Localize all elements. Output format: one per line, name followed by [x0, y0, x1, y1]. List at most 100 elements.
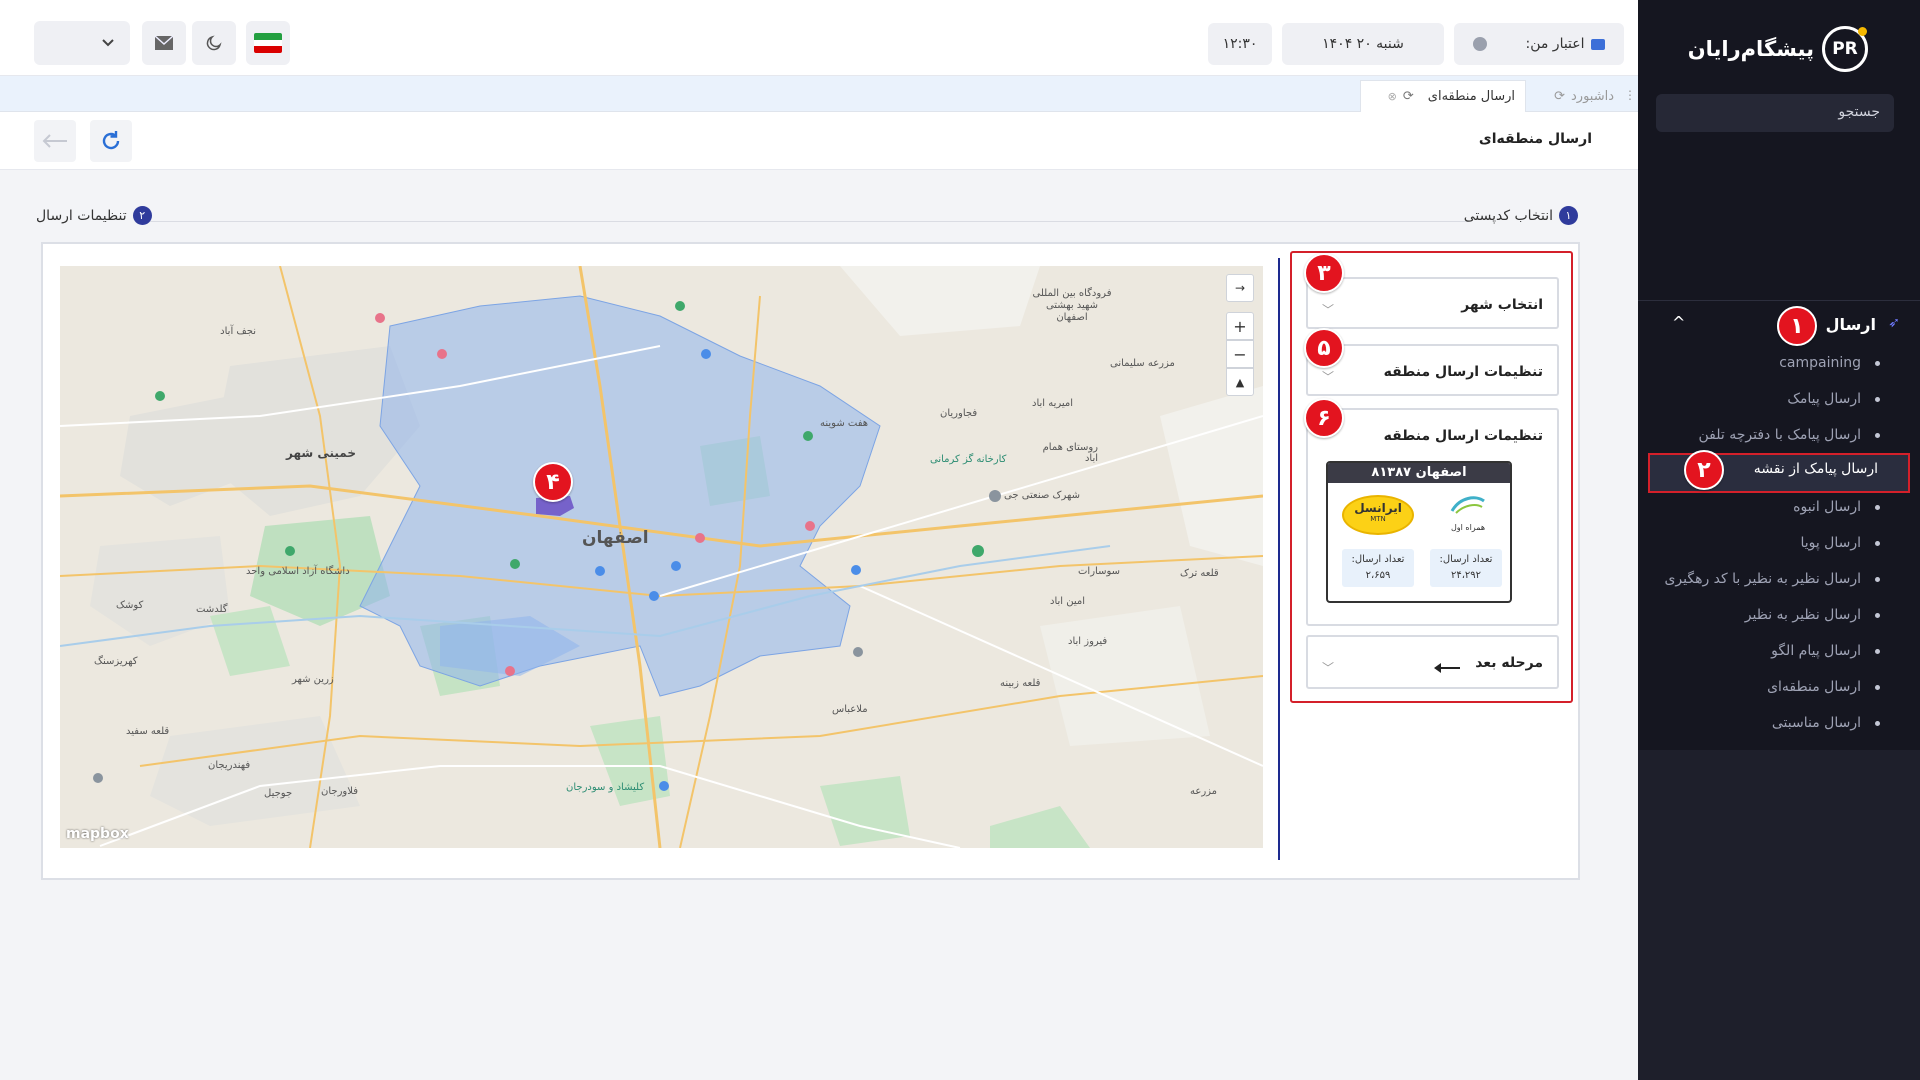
- time-chip: ۱۲:۳۰: [1208, 23, 1272, 65]
- top-header: اعتبار من: شنبه ۲۰ ۱۴۰۴ ۱۲:۳۰: [0, 0, 1638, 76]
- settings-panel: انتخاب شهر ﹀ تنظیمات ارسال منطقه ﹀ تنظیم…: [1290, 251, 1573, 703]
- theme-toggle-button[interactable]: [192, 21, 236, 65]
- reload-icon: [102, 131, 120, 150]
- map-label: هفت شوینه: [820, 418, 869, 429]
- map-label: خمینی شهر: [286, 446, 356, 460]
- sidebar-item-label: ارسال انبوه: [1793, 499, 1861, 515]
- minus-icon: −: [1233, 344, 1247, 364]
- map-label: کوشک: [116, 600, 144, 611]
- sidebar-item-label: ارسال پیامک از نقشه: [1753, 461, 1878, 477]
- annotation-badge-1: ۱: [1777, 306, 1817, 346]
- sidebar-item-label: campaining: [1779, 355, 1861, 371]
- plus-icon: +: [1233, 316, 1247, 336]
- hamrah-aval-count: ۲۴،۲۹۲: [1450, 570, 1482, 581]
- compass-button[interactable]: ▲: [1226, 368, 1254, 396]
- hamrah-aval-logo: همراه اول: [1438, 491, 1498, 541]
- irancell-sub: MTN: [1370, 515, 1386, 523]
- map-label: قلعه زبینه: [1000, 678, 1041, 689]
- irancell-logo: ایرانسل MTN: [1342, 495, 1414, 535]
- step-2[interactable]: ۲ تنظیمات ارسال: [36, 206, 152, 225]
- sidebar-item-regional[interactable]: ارسال منطقه‌ای: [1767, 679, 1880, 707]
- sidebar-menu-send-label: ارسال: [1825, 315, 1876, 334]
- map-panel-divider: [1278, 258, 1280, 860]
- map-label: فرودگاه بین المللی شهید بهشتی اصفهان: [1032, 288, 1112, 323]
- zoom-in-button[interactable]: +: [1226, 312, 1254, 340]
- sidebar-item-p2p-tracking[interactable]: ارسال نظیر به نظیر با کد رهگیری: [1664, 571, 1880, 599]
- date-chip: شنبه ۲۰ ۱۴۰۴: [1282, 23, 1444, 65]
- map-label: مزرعه سلیمانی: [1110, 358, 1175, 369]
- chevron-down-icon: ﹀: [1322, 370, 1335, 384]
- annotation-badge-3: ۳: [1304, 253, 1344, 293]
- user-dropdown[interactable]: [34, 21, 130, 65]
- step-1[interactable]: ۱ انتخاب کدپستی: [1464, 206, 1578, 225]
- sidebar-item-p2p[interactable]: ارسال نظیر به نظیر: [1745, 607, 1880, 635]
- tab-dashboard[interactable]: داشبورد ⟳: [1528, 80, 1624, 112]
- map-city-label: اصفهان: [582, 528, 649, 548]
- fullscreen-button[interactable]: →: [1226, 274, 1254, 302]
- refresh-icon[interactable]: ⟳: [1403, 89, 1414, 104]
- map-label: کارخانه گز کرمانی: [930, 454, 1007, 465]
- map-view[interactable]: اصفهان خمینی شهر شهرک صنعتی جی کارخانه گ…: [60, 266, 1263, 848]
- sidebar-item-sms[interactable]: ارسال پیامک: [1787, 391, 1880, 419]
- map-label: مزرعه: [1190, 786, 1218, 797]
- sidebar-item-occasion[interactable]: ارسال مناسبتی: [1772, 715, 1880, 743]
- area-settings-accordion[interactable]: تنظیمات ارسال منطقه ﹀: [1306, 344, 1559, 396]
- back-button[interactable]: [34, 120, 76, 162]
- step-1-label: انتخاب کدپستی: [1463, 207, 1553, 224]
- annotation-badge-4: ۴: [533, 462, 573, 502]
- wallet-icon: [1590, 38, 1605, 50]
- sidebar-item-phonebook-sms[interactable]: ارسال پیامک با دفترچه تلفن: [1698, 427, 1880, 455]
- mapbox-logo: mapbox: [66, 826, 129, 842]
- arrow-right-icon: →: [1234, 281, 1246, 295]
- step-2-label: تنظیمات ارسال: [36, 207, 127, 224]
- hamrah-aval-text: همراه اول: [1450, 523, 1486, 532]
- moon-icon: [206, 35, 222, 51]
- hamrah-aval-count-label: تعداد ارسال:: [1439, 554, 1493, 565]
- annotation-badge-5: ۵: [1304, 328, 1344, 368]
- area-settings-open-title: تنظیمات ارسال منطقه: [1383, 428, 1543, 444]
- language-button[interactable]: [246, 21, 290, 65]
- time-text: ۱۲:۳۰: [1222, 36, 1258, 52]
- close-icon[interactable]: ⊗: [1388, 90, 1397, 103]
- date-text: شنبه ۲۰ ۱۴۰۴: [1322, 36, 1404, 52]
- tab-regional-send[interactable]: ارسال منطقه‌ای ⟳ ⊗: [1360, 80, 1526, 112]
- iran-flag-icon: [254, 33, 282, 53]
- steps-divider: [150, 221, 1468, 222]
- region-summary-title: اصفهان ۸۱۳۸۷: [1328, 463, 1510, 483]
- map-label: امین اباد: [1050, 596, 1086, 607]
- map-label: نجف آباد: [220, 326, 256, 337]
- brand-logo-icon: PR: [1822, 26, 1868, 72]
- step-1-number: ۱: [1559, 206, 1578, 225]
- annotation-badge-2: ۲: [1684, 450, 1724, 490]
- zoom-out-button[interactable]: −: [1226, 340, 1254, 368]
- city-select-accordion[interactable]: انتخاب شهر ﹀: [1306, 277, 1559, 329]
- region-summary-card: اصفهان ۸۱۳۸۷ همراه اول ایرانسل MTN تعداد…: [1326, 461, 1512, 603]
- arrow-left-icon: [1433, 659, 1461, 678]
- sidebar-item-dynamic[interactable]: ارسال پویا: [1800, 535, 1880, 563]
- next-step-label: مرحله بعد: [1475, 655, 1543, 671]
- page-title: ارسال منطقه‌ای: [1478, 131, 1592, 147]
- arrow-left-icon: [42, 134, 67, 148]
- sidebar-item-template[interactable]: ارسال پیام الگو: [1771, 643, 1880, 671]
- credit-add-icon[interactable]: [1473, 37, 1488, 51]
- brand-logo-mark-text: PR: [1832, 39, 1858, 59]
- tab-strip: داشبورد ⟳ ارسال منطقه‌ای ⟳ ⊗ ⋮: [0, 76, 1638, 112]
- map-label: فیروز اباد: [1068, 636, 1108, 647]
- more-icon[interactable]: ⋮: [1624, 88, 1636, 102]
- sidebar-item-bulk[interactable]: ارسال انبوه: [1793, 499, 1880, 527]
- sidebar-item-campaining[interactable]: campaining: [1779, 355, 1880, 383]
- sidebar-item-label: ارسال منطقه‌ای: [1767, 679, 1861, 695]
- brand-logo[interactable]: PR پیشگام‌رایان: [1688, 26, 1868, 72]
- hamrah-aval-count-cell: تعداد ارسال: ۲۴،۲۹۲: [1430, 549, 1502, 587]
- credit-chip[interactable]: اعتبار من:: [1454, 23, 1624, 65]
- messages-button[interactable]: [142, 21, 186, 65]
- sidebar-item-label: ارسال نظیر به نظیر با کد رهگیری: [1664, 571, 1861, 587]
- page-title-bar: ارسال منطقه‌ای: [0, 112, 1638, 170]
- sidebar-search-input[interactable]: جستجو: [1656, 94, 1894, 132]
- reload-button[interactable]: [90, 120, 132, 162]
- sidebar: PR پیشگام‌رایان جستجو ➶ ارسال ^ campaini…: [1638, 0, 1920, 1080]
- city-select-title: انتخاب شهر: [1461, 297, 1543, 313]
- next-step-accordion[interactable]: مرحله بعد ﹀: [1306, 635, 1559, 689]
- sidebar-item-label: ارسال پیام الگو: [1771, 643, 1861, 659]
- annotation-badge-6: ۶: [1304, 398, 1344, 438]
